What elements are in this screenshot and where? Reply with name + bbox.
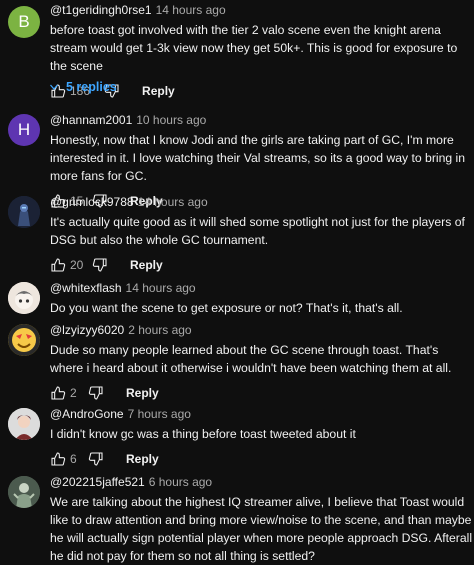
comment-author[interactable]: @t1geridingh0rse1 bbox=[50, 3, 152, 17]
comment-thread: B @t1geridingh0rse1 14 hours ago before t… bbox=[0, 0, 474, 100]
comment-text: We are talking about the highest IQ stre… bbox=[50, 495, 473, 563]
dislike-icon[interactable] bbox=[88, 385, 104, 401]
emoji-avatar-icon bbox=[8, 324, 40, 356]
comment-time[interactable]: 14 hours ago bbox=[126, 281, 196, 295]
comment-author[interactable]: @AndroGone bbox=[50, 407, 124, 421]
comment-time[interactable]: 2 hours ago bbox=[128, 323, 191, 337]
avatar-letter: B bbox=[18, 12, 30, 31]
comment-thread: @lzyizyy6020 2 hours ago Dude so many peo… bbox=[0, 320, 474, 400]
comment-author[interactable]: @lzyizyy6020 bbox=[50, 323, 124, 337]
comment-text: Honestly, now that I know Jodi and the g… bbox=[50, 133, 466, 183]
reply-button[interactable]: Reply bbox=[142, 84, 175, 98]
robot-avatar-icon bbox=[8, 196, 40, 228]
comment-time[interactable]: 14 hours ago bbox=[138, 195, 208, 209]
chevron-down-icon bbox=[50, 84, 58, 90]
comment-time[interactable]: 6 hours ago bbox=[149, 475, 212, 489]
comment-text: I didn't know gc was a thing before toas… bbox=[50, 427, 356, 441]
reply-button[interactable]: Reply bbox=[126, 386, 159, 400]
avatar[interactable] bbox=[8, 476, 40, 508]
comment-author[interactable]: @grimlock9788 bbox=[50, 195, 134, 209]
comment-thread: @202215jaffe521 6 hours ago We are talkin… bbox=[0, 472, 474, 563]
like-icon[interactable] bbox=[50, 451, 66, 467]
avatar[interactable] bbox=[8, 196, 40, 228]
comment-text: Do you want the scene to get exposure or… bbox=[50, 301, 403, 315]
comment-thread: H @hannam2001 10 hours ago Honestly, now … bbox=[0, 110, 474, 208]
comment-text: before toast got involved with the tier … bbox=[50, 23, 458, 73]
anime-avatar-icon bbox=[8, 282, 40, 314]
comment-time[interactable]: 14 hours ago bbox=[156, 3, 226, 17]
comment-author[interactable]: @hannam2001 bbox=[50, 113, 132, 127]
like-count: 6 bbox=[70, 452, 77, 466]
comment-thread: @AndroGone 7 hours ago I didn't know gc w… bbox=[0, 404, 474, 467]
comment-thread: @whitexflash 14 hours ago Do you want the… bbox=[0, 278, 474, 318]
reply-button[interactable]: Reply bbox=[126, 452, 159, 466]
avatar[interactable]: B bbox=[8, 6, 40, 38]
replies-label: 5 replies bbox=[66, 80, 117, 94]
dislike-icon[interactable] bbox=[88, 451, 104, 467]
avatar[interactable] bbox=[8, 282, 40, 314]
comment-time[interactable]: 7 hours ago bbox=[128, 407, 191, 421]
figure-avatar-icon bbox=[8, 476, 40, 508]
dislike-icon[interactable] bbox=[92, 257, 108, 273]
comment-time[interactable]: 10 hours ago bbox=[136, 113, 206, 127]
like-count: 2 bbox=[70, 386, 77, 400]
like-icon[interactable] bbox=[50, 385, 66, 401]
comment-text: It's actually quite good as it will shed… bbox=[50, 215, 465, 247]
comment-text: Dude so many people learned about the GC… bbox=[50, 343, 452, 375]
comment-author[interactable]: @whitexflash bbox=[50, 281, 122, 295]
avatar[interactable] bbox=[8, 324, 40, 356]
avatar-letter: H bbox=[17, 120, 31, 139]
avatar[interactable]: H bbox=[8, 114, 40, 146]
like-icon[interactable] bbox=[50, 257, 66, 273]
reply-button[interactable]: Reply bbox=[130, 258, 163, 272]
view-replies-button[interactable]: 5 replies bbox=[48, 80, 117, 94]
like-count: 20 bbox=[70, 258, 84, 272]
character-avatar-icon bbox=[8, 408, 40, 440]
comment-author[interactable]: @202215jaffe521 bbox=[50, 475, 145, 489]
comment-thread: @grimlock9788 14 hours ago It's actually … bbox=[0, 192, 474, 272]
avatar[interactable] bbox=[8, 408, 40, 440]
